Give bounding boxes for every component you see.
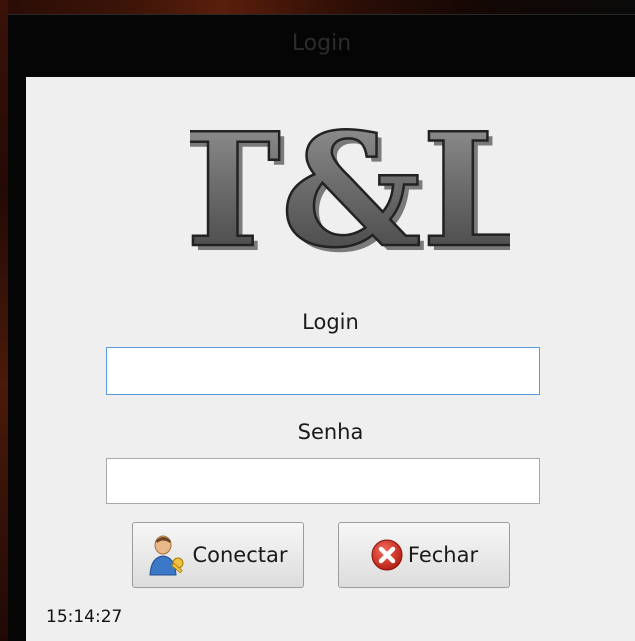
login-input[interactable]	[106, 347, 540, 395]
window-title: Login	[291, 31, 352, 56]
close-button[interactable]: Fechar	[338, 522, 510, 588]
title-bar[interactable]: Login	[8, 15, 635, 75]
logo-text: T&L	[190, 111, 510, 261]
close-icon	[371, 539, 403, 571]
password-input[interactable]	[106, 458, 540, 504]
desktop-background-edge	[0, 0, 8, 640]
clock-time: 15:14:27	[46, 607, 123, 627]
close-label: Fechar	[407, 543, 479, 567]
connect-label: Conectar	[192, 543, 288, 567]
user-key-icon	[149, 535, 184, 576]
login-window: Login T&L T&L Login Senha Conectar Fecha…	[8, 14, 635, 641]
desktop-background	[0, 0, 635, 14]
login-panel: T&L T&L Login Senha Conectar Fechar 15:1…	[26, 77, 635, 641]
connect-button[interactable]: Conectar	[132, 522, 304, 588]
tl-logo: T&L T&L	[190, 111, 510, 261]
login-label: Login	[302, 310, 359, 334]
password-label: Senha	[297, 420, 364, 444]
